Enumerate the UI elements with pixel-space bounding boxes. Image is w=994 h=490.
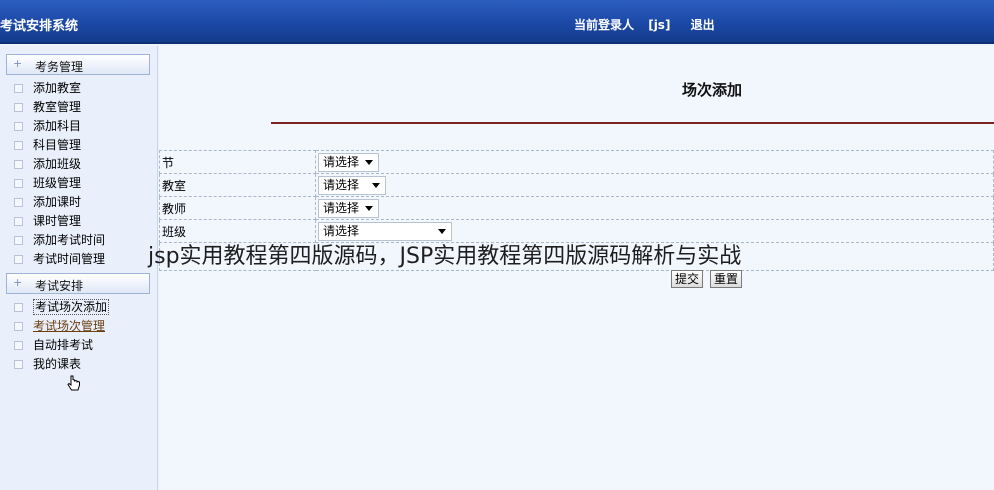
sidebar-group-exam-admin[interactable]: + 考务管理 — [6, 54, 150, 75]
bullet-icon — [14, 198, 23, 207]
bullet-icon — [14, 141, 23, 150]
classroom-select-value: 请选择 — [323, 177, 360, 192]
logout-link[interactable]: 退出 — [691, 18, 715, 32]
current-user-label: 当前登录人 — [574, 18, 635, 32]
field-label-section: 节 — [159, 150, 316, 174]
field-label-teacher: 教师 — [159, 196, 316, 220]
bullet-icon — [14, 160, 23, 169]
submit-button[interactable]: 提交 — [671, 270, 704, 288]
dropdown-arrow-icon — [365, 205, 373, 211]
bullet-icon — [14, 103, 23, 112]
page-title: 场次添加 — [682, 81, 743, 99]
bullet-icon — [14, 236, 23, 245]
teacher-select-value: 请选择 — [323, 200, 360, 215]
sidebar-item-add-subject[interactable]: 添加科目 — [14, 117, 105, 136]
sidebar-item-add-exam-time[interactable]: 添加考试时间 — [14, 231, 105, 250]
reset-button[interactable]: 重置 — [710, 270, 743, 288]
bullet-icon — [14, 122, 23, 131]
sidebar-item-period-management[interactable]: 课时管理 — [14, 212, 105, 231]
dropdown-arrow-icon — [372, 182, 380, 188]
section-select-value: 请选择 — [323, 154, 360, 169]
sidebar-item-add-classroom[interactable]: 添加教室 — [14, 79, 105, 98]
bullet-icon — [14, 303, 23, 312]
expand-plus-icon: + — [13, 276, 23, 289]
form-row-classroom: 教室 请选择 — [159, 173, 994, 197]
overlay-caption: jsp实用教程第四版源码，JSP实用教程第四版源码解析与实战 — [148, 244, 742, 269]
teacher-select[interactable]: 请选择 — [318, 198, 379, 218]
sidebar: + 考务管理 添加教室 教室管理 添加科目 科目管理 添加班级 班级管理 添加课… — [0, 46, 158, 490]
sidebar-item-my-timetable[interactable]: 我的课表 — [14, 355, 109, 374]
bullet-icon — [14, 255, 23, 264]
sidebar-item-classroom-management[interactable]: 教室管理 — [14, 98, 105, 117]
bullet-icon — [14, 341, 23, 350]
app-title: 考试安排系统 — [0, 19, 79, 34]
form-row-teacher: 教师 请选择 — [159, 196, 994, 220]
dropdown-arrow-icon — [365, 159, 373, 165]
form-row-section: 节 请选择 — [159, 150, 994, 174]
dropdown-arrow-icon — [438, 228, 446, 234]
sidebar-menu-exam-arrangement: 考试场次添加 考试场次管理 自动排考试 我的课表 — [14, 298, 110, 374]
bullet-icon — [14, 84, 23, 93]
sidebar-item-exam-time-management[interactable]: 考试时间管理 — [14, 250, 105, 269]
sidebar-item-add-exam-session[interactable]: 考试场次添加 — [14, 298, 110, 317]
bullet-icon — [14, 322, 23, 331]
section-select[interactable]: 请选择 — [318, 152, 379, 172]
classroom-select[interactable]: 请选择 — [318, 175, 386, 195]
sidebar-item-add-period[interactable]: 添加课时 — [14, 193, 105, 212]
sidebar-group-label: 考试安排 — [35, 279, 84, 293]
sidebar-menu-exam-admin: 添加教室 教室管理 添加科目 科目管理 添加班级 班级管理 添加课时 课时管理 … — [14, 79, 105, 269]
user-nav: 当前登录人 [js] 退出 — [574, 16, 725, 33]
hand-cursor-icon — [67, 375, 80, 391]
sidebar-group-label: 考务管理 — [35, 60, 84, 74]
sidebar-group-exam-arrangement[interactable]: + 考试安排 — [6, 273, 150, 294]
title-divider — [271, 122, 994, 124]
bullet-icon — [14, 179, 23, 188]
expand-plus-icon: + — [13, 57, 23, 70]
sidebar-item-subject-management[interactable]: 科目管理 — [14, 136, 105, 155]
sidebar-item-auto-schedule-exam[interactable]: 自动排考试 — [14, 336, 109, 355]
current-user-name: [js] — [648, 18, 671, 32]
top-header-bar: 考试安排系统 当前登录人 [js] 退出 — [0, 0, 994, 44]
field-label-classroom: 教室 — [159, 173, 316, 197]
bullet-icon — [14, 217, 23, 226]
class-select-value: 请选择 — [323, 223, 360, 238]
sidebar-item-class-management[interactable]: 班级管理 — [14, 174, 105, 193]
bullet-icon — [14, 360, 23, 369]
sidebar-item-add-class[interactable]: 添加班级 — [14, 155, 105, 174]
sidebar-item-exam-session-management[interactable]: 考试场次管理 — [14, 317, 109, 336]
